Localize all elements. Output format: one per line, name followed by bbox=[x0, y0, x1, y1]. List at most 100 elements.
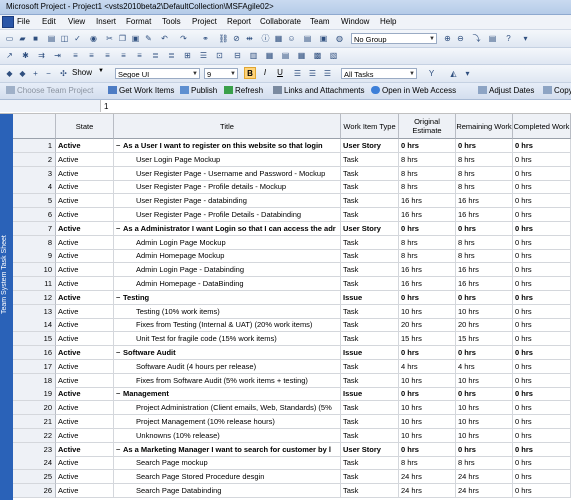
table-icon[interactable]: ▦ bbox=[264, 50, 275, 61]
cell-state[interactable]: Active bbox=[56, 139, 114, 153]
cell-remaining-work[interactable]: 10 hrs bbox=[456, 415, 513, 429]
cell-title[interactable]: Admin Homepage Mockup bbox=[114, 249, 341, 264]
workgroup-icon[interactable]: ⊡ bbox=[214, 50, 225, 61]
cell-original-estimate[interactable]: 10 hrs bbox=[399, 428, 456, 443]
column-header-remaining-work[interactable]: Remaining Work bbox=[456, 114, 513, 139]
cell-title[interactable]: − Software Audit bbox=[114, 346, 341, 360]
paste-icon[interactable]: ▣ bbox=[130, 33, 141, 44]
row-id[interactable]: 23 bbox=[13, 442, 56, 457]
row-id[interactable]: 8 bbox=[13, 235, 56, 250]
column-header-title[interactable]: Title bbox=[114, 114, 341, 139]
copy-view-icon[interactable]: ▤ bbox=[487, 33, 498, 44]
table-row[interactable]: 14 Active Fixes from Testing (Internal & U… bbox=[13, 318, 571, 333]
row-id[interactable]: 19 bbox=[13, 387, 56, 402]
cell-completed-work[interactable]: 0 hrs bbox=[513, 415, 571, 429]
cell-title[interactable]: Software Audit (4 hours per release) bbox=[114, 359, 341, 374]
cell-work-item-type[interactable]: Task bbox=[341, 415, 399, 429]
help-icon[interactable]: ? bbox=[503, 33, 514, 44]
cell-work-item-type[interactable]: Task bbox=[341, 263, 399, 278]
task-drivers-icon[interactable]: ✱ bbox=[20, 50, 31, 61]
cell-remaining-work[interactable]: 8 hrs bbox=[456, 249, 513, 264]
get-work-items-button[interactable]: Get Work Items bbox=[108, 86, 174, 95]
assign-resources-icon[interactable]: ☺ bbox=[286, 33, 297, 44]
show-button[interactable]: Show bbox=[72, 68, 92, 77]
table-row[interactable]: 10 Active Admin Login Page - Databinding Ta… bbox=[13, 263, 571, 278]
show-dropdown-icon[interactable]: ▼ bbox=[98, 68, 104, 74]
cell-title[interactable]: User Register Page - Username and Passwo… bbox=[114, 166, 341, 181]
toolbar-options-icon[interactable]: ▾ bbox=[462, 68, 473, 79]
cell-completed-work[interactable]: 0 hrs bbox=[513, 290, 571, 305]
cell-title[interactable]: Search Page Databinding bbox=[114, 484, 341, 498]
cell-original-estimate[interactable]: 8 hrs bbox=[399, 235, 456, 250]
cell-title[interactable]: Admin Login Page - Databinding bbox=[114, 263, 341, 278]
cell-original-estimate[interactable]: 0 hrs bbox=[399, 290, 456, 305]
font-dropdown[interactable]: Segoe UI ▼ bbox=[115, 68, 200, 79]
cell-work-item-type[interactable]: Task bbox=[341, 332, 399, 347]
arrow-left-icon[interactable]: ◆ bbox=[4, 68, 15, 79]
cell-state[interactable]: Active bbox=[56, 235, 114, 250]
cell-remaining-work[interactable]: 8 hrs bbox=[456, 235, 513, 250]
cell-state[interactable]: Active bbox=[56, 442, 114, 457]
cell-title[interactable]: Search Page Stored Procedure desgin bbox=[114, 470, 341, 485]
percent-75-icon[interactable]: ≡ bbox=[118, 50, 129, 61]
cell-completed-work[interactable]: 0 hrs bbox=[513, 249, 571, 264]
table-row[interactable]: 12 Active − Testing Issue 0 hrs 0 hrs 0 hrs bbox=[13, 290, 571, 305]
cell-title[interactable]: Project Administration (Client emails, W… bbox=[114, 401, 341, 416]
update-tasks-icon[interactable]: ⇉ bbox=[36, 50, 47, 61]
row-id[interactable]: 12 bbox=[13, 290, 56, 305]
cell-work-item-type[interactable]: Task bbox=[341, 249, 399, 264]
table-row[interactable]: 19 Active − Management Issue 0 hrs 0 hrs 0 hrs bbox=[13, 387, 571, 402]
zoom-out-icon[interactable]: ⊖ bbox=[455, 33, 466, 44]
cell-work-item-type[interactable]: Task bbox=[341, 318, 399, 333]
cell-work-item-type[interactable]: Task bbox=[341, 456, 399, 471]
cell-work-item-type[interactable]: Task bbox=[341, 470, 399, 485]
filter-dropdown[interactable]: All Tasks ▼ bbox=[341, 68, 417, 79]
group-dropdown[interactable]: No Group ▼ bbox=[351, 33, 437, 44]
update-tasks-list-icon[interactable]: ☰ bbox=[198, 50, 209, 61]
network-icon[interactable]: ▩ bbox=[312, 50, 323, 61]
percent-100-icon[interactable]: ≡ bbox=[134, 50, 145, 61]
cell-remaining-work[interactable]: 0 hrs bbox=[456, 346, 513, 360]
redo-icon[interactable]: ↷ bbox=[178, 33, 189, 44]
cell-title[interactable]: Admin Homepage - DataBinding bbox=[114, 277, 341, 291]
cell-work-item-type[interactable]: Task bbox=[341, 235, 399, 250]
percent-0-icon[interactable]: ≡ bbox=[70, 50, 81, 61]
cell-completed-work[interactable]: 0 hrs bbox=[513, 346, 571, 360]
row-id[interactable]: 16 bbox=[13, 346, 56, 360]
cell-work-item-type[interactable]: User Story bbox=[341, 139, 399, 153]
update-as-scheduled-icon[interactable]: ≣ bbox=[150, 50, 161, 61]
cell-remaining-work[interactable]: 8 hrs bbox=[456, 152, 513, 167]
cell-completed-work[interactable]: 0 hrs bbox=[513, 152, 571, 167]
row-id[interactable]: 17 bbox=[13, 359, 56, 374]
cell-remaining-work[interactable]: 10 hrs bbox=[456, 428, 513, 443]
underline-button[interactable]: U bbox=[274, 67, 286, 79]
gantt-icon[interactable]: ▤ bbox=[280, 50, 291, 61]
cell-state[interactable]: Active bbox=[56, 415, 114, 429]
cell-original-estimate[interactable]: 16 hrs bbox=[399, 194, 456, 209]
cell-completed-work[interactable]: 0 hrs bbox=[513, 277, 571, 291]
cell-original-estimate[interactable]: 24 hrs bbox=[399, 484, 456, 498]
cell-original-estimate[interactable]: 8 hrs bbox=[399, 166, 456, 181]
format-painter-icon[interactable]: ✎ bbox=[143, 33, 154, 44]
row-id[interactable]: 3 bbox=[13, 166, 56, 181]
cell-original-estimate[interactable]: 10 hrs bbox=[399, 401, 456, 416]
cell-completed-work[interactable]: 0 hrs bbox=[513, 456, 571, 471]
row-id[interactable]: 5 bbox=[13, 194, 56, 209]
chart-icon[interactable]: ▥ bbox=[248, 50, 259, 61]
cell-completed-work[interactable]: 0 hrs bbox=[513, 373, 571, 388]
cell-original-estimate[interactable]: 16 hrs bbox=[399, 208, 456, 222]
cell-title[interactable]: Project Management (10% release hours) bbox=[114, 415, 341, 429]
menu-window[interactable]: Window bbox=[341, 17, 369, 26]
cell-completed-work[interactable]: 0 hrs bbox=[513, 194, 571, 209]
cell-title[interactable]: User Register Page - Profile details - M… bbox=[114, 180, 341, 195]
cell-remaining-work[interactable]: 0 hrs bbox=[456, 442, 513, 457]
cell-original-estimate[interactable]: 20 hrs bbox=[399, 318, 456, 333]
cell-state[interactable]: Active bbox=[56, 373, 114, 388]
cell-completed-work[interactable]: 0 hrs bbox=[513, 428, 571, 443]
menu-team[interactable]: Team bbox=[310, 17, 330, 26]
cell-state[interactable]: Active bbox=[56, 290, 114, 305]
cell-work-item-type[interactable]: Task bbox=[341, 359, 399, 374]
cell-work-item-type[interactable]: Task bbox=[341, 166, 399, 181]
choose-team-project-button[interactable]: Choose Team Project bbox=[6, 86, 93, 95]
cell-remaining-work[interactable]: 16 hrs bbox=[456, 263, 513, 278]
